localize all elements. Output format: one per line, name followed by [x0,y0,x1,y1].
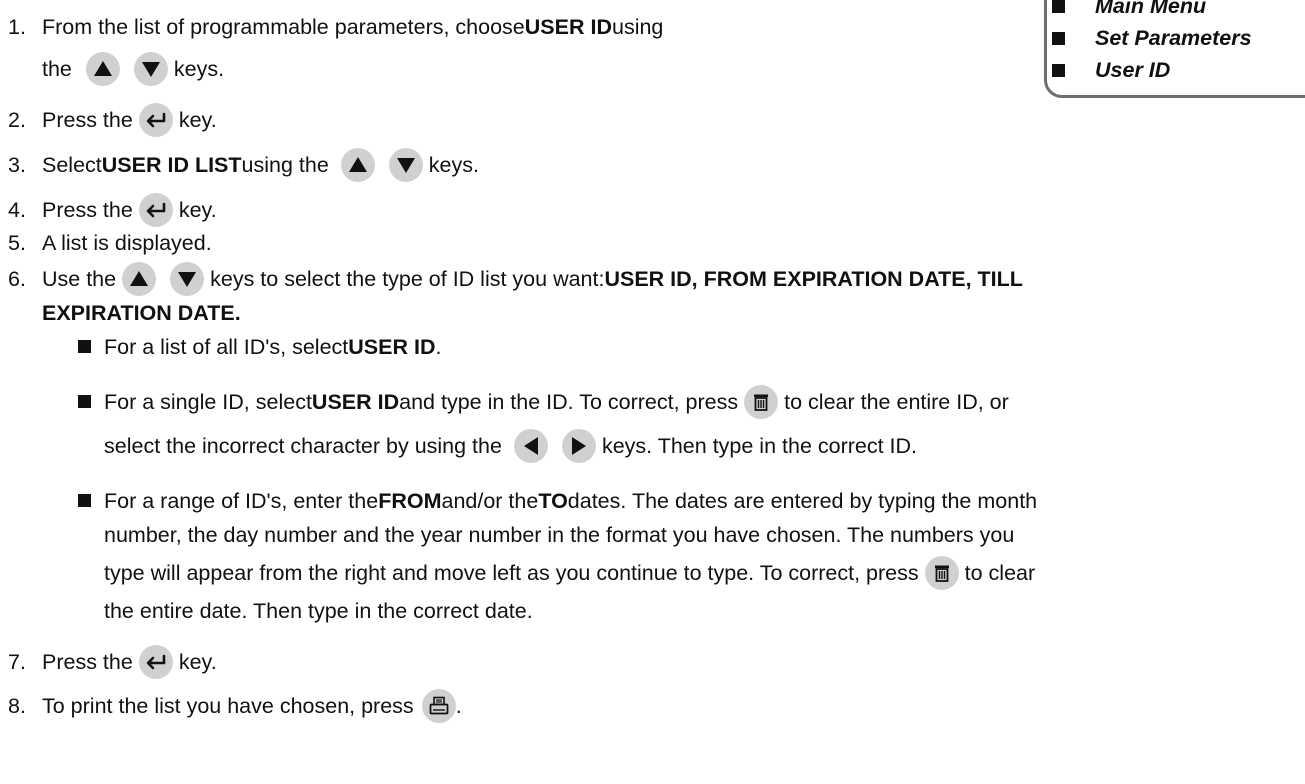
down-arrow-key-icon [388,148,423,182]
text: From the list of programmable parameters… [42,14,525,39]
bullet-icon [78,340,91,353]
keyword: USER ID, FROM EXPIRATION DATE, TILL [604,266,1023,291]
text: key. [178,197,217,222]
text: To print the list you have chosen, press [42,693,414,718]
keyword: USER ID [524,14,612,39]
trash-clear-key-icon [744,385,779,419]
text: . [435,334,442,359]
text: dates. The dates are entered by typing t… [567,488,1038,513]
step-text: Press the key. [42,103,217,137]
text: For a single ID, select [104,389,312,414]
text: to clear the entire ID, or [784,389,1009,414]
keyword: USER ID LIST [101,152,242,177]
bullet-text: For a range of ID's, enter the FROM and/… [104,489,1037,514]
up-arrow-key-icon [340,148,375,182]
keyword: EXPIRATION DATE. [42,300,241,325]
step-number: 5. [8,230,26,255]
bullet-text: For a list of all ID's, select USER ID. [104,335,441,360]
keyword: USER ID [348,334,436,359]
text: keys. Then type in the correct ID. [601,433,918,458]
keyword: FROM [378,488,442,513]
text: keys. [173,56,225,81]
nav-label: Set Parameters [1095,25,1252,50]
text: Press the [42,197,133,222]
text: For a list of all ID's, select [104,334,349,359]
text: number, the day number and the year numb… [104,522,1015,547]
step-number: 7. [8,649,26,674]
print-key-icon [421,689,456,723]
sub-bullet-3-line4: the entire date. Then type in the correc… [104,589,533,633]
left-arrow-key-icon [513,429,548,463]
sub-bullet-2-cont: select the incorrect character by using … [104,424,917,468]
bullet-text: For a single ID, select USER ID and type… [104,385,1009,419]
text: and type in the ID. To correct, press [399,389,739,414]
nav-item-set-parameters: Set Parameters [1052,23,1252,53]
text: key. [178,649,217,674]
up-arrow-key-icon [85,52,120,86]
text: using the [241,152,329,177]
text: keys to select the type of ID list you w… [210,266,605,291]
nav-item-user-id: User ID [1052,55,1170,85]
step-text: Press the key. [42,645,217,679]
step-number: 8. [8,693,26,718]
bullet-icon [78,395,91,408]
enter-key-icon [138,103,173,137]
text: select the incorrect character by using … [104,433,502,458]
step-text: Press the key. [42,193,217,227]
enter-key-icon [138,645,173,679]
step-text: A list is displayed. [42,231,212,256]
step-text: To print the list you have chosen, press… [42,689,462,723]
step-number: 6. [8,266,26,291]
text: to clear [964,560,1036,585]
text: For a range of ID's, enter the [104,488,379,513]
step-number: 1. [8,14,26,39]
text: Select [42,152,102,177]
text: Press the [42,107,133,132]
text: key. [178,107,217,132]
bullet-icon [1052,0,1065,13]
step-number: 4. [8,197,26,222]
keyword: USER ID [311,389,400,414]
step-1-cont: the keys. [42,47,224,91]
step-text: Select USER ID LIST using the keys. [42,148,479,182]
step-number: 2. [8,107,26,132]
text: the [42,56,72,81]
bullet-icon [1052,31,1065,45]
text: and/or the [441,488,539,513]
text: Use the [42,266,117,291]
step-text: From the list of programmable parameters… [42,15,663,40]
text: A list is displayed. [42,230,212,255]
sub-bullet-2: For a single ID, select USER ID and type… [0,380,1300,424]
keyword: TO [538,488,568,513]
enter-key-icon [138,193,173,227]
text: using [611,14,664,39]
right-arrow-key-icon [561,429,596,463]
text: the entire date. Then type in the correc… [104,598,533,623]
bullet-icon [78,494,91,507]
text: Press the [42,649,133,674]
text: . [455,693,462,718]
text: type will appear from the right and move… [104,560,919,585]
sub-bullet-1: For a list of all ID's, select USER ID. [0,325,1300,369]
nav-label: User ID [1095,57,1171,82]
nav-label: Main Menu [1095,0,1207,18]
trash-clear-key-icon [924,556,959,590]
down-arrow-key-icon [133,52,168,86]
bullet-icon [1052,63,1065,77]
text: keys. [428,152,479,177]
step-number: 3. [8,152,26,177]
nav-item-main-menu: Main Menu [1052,0,1206,21]
